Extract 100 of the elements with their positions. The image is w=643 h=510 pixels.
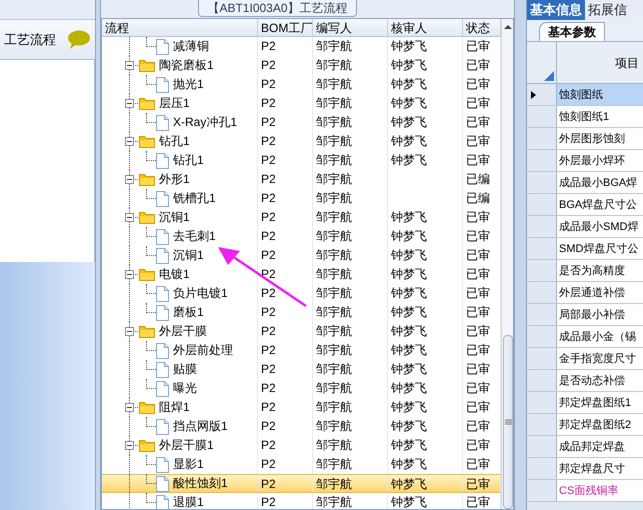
- document-icon: [156, 152, 169, 168]
- column-header[interactable]: BOM工厂: [258, 19, 313, 36]
- group-name: 外形1: [158, 171, 190, 188]
- scrollbar-thumb[interactable]: [503, 335, 513, 509]
- table-cell: 钟梦飞: [391, 477, 427, 491]
- tree-row[interactable]: 贴膜 P2 邹宇航 钟梦飞 已审: [102, 360, 501, 379]
- document-icon: [156, 248, 169, 264]
- grid-cell[interactable]: 外层最小焊环: [557, 150, 643, 171]
- tree-row[interactable]: 去毛刺1 P2 邹宇航 钟梦飞 已审: [102, 227, 501, 246]
- table-cell: 邹宇航: [316, 381, 352, 395]
- table-cell: 邹宇航: [316, 438, 352, 452]
- table-cell: 已审: [466, 457, 490, 471]
- table-cell: 已审: [466, 419, 490, 433]
- table-cell: P2: [261, 419, 276, 433]
- step-name: 外层前处理: [172, 342, 233, 359]
- grid-cell[interactable]: 外层图形蚀刻: [557, 128, 643, 149]
- table-cell: 已审: [466, 267, 490, 281]
- tab[interactable]: 拓展信: [585, 0, 630, 20]
- tree-row[interactable]: 酸性蚀刻1 P2 邹宇航 钟梦飞 已审: [102, 474, 501, 493]
- tree-row[interactable]: 退膜1 P2 邹宇航 钟梦飞 已审: [102, 493, 501, 509]
- table-cell: 已审: [466, 495, 490, 509]
- tree-row[interactable]: 外层干膜1 P2 邹宇航 钟梦飞 已审: [102, 436, 501, 455]
- grid-cell[interactable]: 局部最小补偿: [557, 304, 643, 325]
- table-cell: P2: [261, 305, 276, 319]
- splitter[interactable]: [95, 0, 101, 510]
- tree-row[interactable]: 外层前处理 P2 邹宇航 钟梦飞 已审: [102, 341, 501, 360]
- table-cell: 钟梦飞: [391, 248, 427, 262]
- document-tab[interactable]: 【ABT1I003A0】工艺流程: [198, 0, 357, 17]
- tree-row[interactable]: 陶瓷磨板1 P2 邹宇航 钟梦飞 已审: [102, 56, 501, 75]
- collapse-icon[interactable]: [125, 403, 134, 412]
- column-header[interactable]: 流程: [102, 19, 258, 36]
- table-cell: P2: [261, 58, 276, 72]
- grid-cell[interactable]: 蚀刻图纸1: [557, 106, 643, 127]
- document-icon: [156, 38, 169, 54]
- document-icon: [156, 342, 169, 358]
- subtab[interactable]: 基本参数: [539, 22, 605, 41]
- tree-row[interactable]: 铣槽孔1 P2 邹宇航 已编: [102, 189, 501, 208]
- table-cell: 邹宇航: [316, 343, 352, 357]
- collapse-icon[interactable]: [125, 175, 134, 184]
- tree-row[interactable]: 外形1 P2 邹宇航 已编: [102, 170, 501, 189]
- group-name: 层压1: [158, 95, 190, 112]
- grid-cell[interactable]: 蚀刻图纸: [557, 84, 643, 105]
- grid-cell[interactable]: 成品邦定焊盘: [557, 436, 643, 457]
- grid-cell[interactable]: SMD焊盘尺寸公: [557, 238, 643, 259]
- scrollbar[interactable]: [501, 19, 513, 509]
- grid-cell[interactable]: 邦定焊盘尺寸: [557, 458, 643, 479]
- grid-cell[interactable]: 金手指宽度尺寸: [557, 348, 643, 369]
- tree-row[interactable]: 钻孔1 P2 邹宇航 钟梦飞 已审: [102, 151, 501, 170]
- column-header[interactable]: 项目: [615, 54, 639, 72]
- grid-cell[interactable]: 成品最小BGA焊: [557, 172, 643, 193]
- table-cell: P2: [261, 343, 276, 357]
- table-cell: 钟梦飞: [391, 324, 427, 338]
- tree-row[interactable]: 外层干膜 P2 邹宇航 钟梦飞 已审: [102, 322, 501, 341]
- tree-row[interactable]: 减薄铜 P2 邹宇航 钟梦飞 已审: [102, 37, 501, 56]
- tree-row[interactable]: 挡点网版1 P2 邹宇航 钟梦飞 已审: [102, 417, 501, 436]
- column-header[interactable]: 核审人: [388, 19, 463, 36]
- table-cell: P2: [261, 495, 276, 509]
- tab[interactable]: 基本信息: [527, 0, 585, 20]
- tree-row[interactable]: 层压1 P2 邹宇航 钟梦飞 已审: [102, 94, 501, 113]
- collapse-icon[interactable]: [125, 61, 134, 70]
- grid-cell[interactable]: BGA焊盘尺寸公: [557, 194, 643, 215]
- tree-row[interactable]: 阻焊1 P2 邹宇航 钟梦飞 已审: [102, 398, 501, 417]
- step-name: 酸性蚀刻1: [172, 475, 228, 492]
- grid-cell[interactable]: CS面残铜率: [557, 480, 643, 501]
- table-cell: 邹宇航: [316, 134, 352, 148]
- table-cell: 钟梦飞: [391, 400, 427, 414]
- grid-cell[interactable]: 邦定焊盘图纸1: [557, 392, 643, 413]
- tree-row[interactable]: 磨板1 P2 邹宇航 钟梦飞 已审: [102, 303, 501, 322]
- collapse-icon[interactable]: [125, 441, 134, 450]
- folder-icon: [139, 135, 155, 148]
- table-cell: P2: [261, 248, 276, 262]
- collapse-icon[interactable]: [125, 213, 134, 222]
- step-name: 磨板1: [172, 304, 204, 321]
- tree-row[interactable]: 曝光 P2 邹宇航 钟梦飞 已审: [102, 379, 501, 398]
- document-icon: [156, 286, 169, 302]
- table-cell: 已审: [466, 438, 490, 452]
- table-cell: 邹宇航: [316, 305, 352, 319]
- folder-icon: [139, 211, 155, 224]
- grid-cell[interactable]: 成品最小金（锡: [557, 326, 643, 347]
- document-icon: [156, 476, 169, 492]
- collapse-icon[interactable]: [125, 327, 134, 336]
- tree-row[interactable]: 沉铜1 P2 邹宇航 钟梦飞 已审: [102, 208, 501, 227]
- collapse-icon[interactable]: [125, 270, 134, 279]
- grid-cell[interactable]: 邦定焊盘图纸2: [557, 414, 643, 435]
- table-cell: 钟梦飞: [391, 343, 427, 357]
- document-icon: [156, 380, 169, 396]
- column-header[interactable]: 编写人: [313, 19, 388, 36]
- folder-icon: [139, 439, 155, 452]
- tree-row[interactable]: 负片电镀1 P2 邹宇航 钟梦飞 已审: [102, 284, 501, 303]
- group-name: 电镀1: [158, 266, 190, 283]
- grid-cell[interactable]: 是否动态补偿: [557, 370, 643, 391]
- tree-row[interactable]: X-Ray冲孔1 P2 邹宇航 钟梦飞 已审: [102, 113, 501, 132]
- grid-cell[interactable]: 是否为高精度: [557, 260, 643, 281]
- grid-cell[interactable]: 成品最小SMD焊: [557, 216, 643, 237]
- tree-row[interactable]: 钻孔1 P2 邹宇航 钟梦飞 已审: [102, 132, 501, 151]
- tree-row[interactable]: 抛光1 P2 邹宇航 钟梦飞 已审: [102, 75, 501, 94]
- step-name: 沉铜1: [172, 247, 204, 264]
- grid-cell[interactable]: 外层通道补偿: [557, 282, 643, 303]
- collapse-icon[interactable]: [125, 137, 134, 146]
- collapse-icon[interactable]: [125, 99, 134, 108]
